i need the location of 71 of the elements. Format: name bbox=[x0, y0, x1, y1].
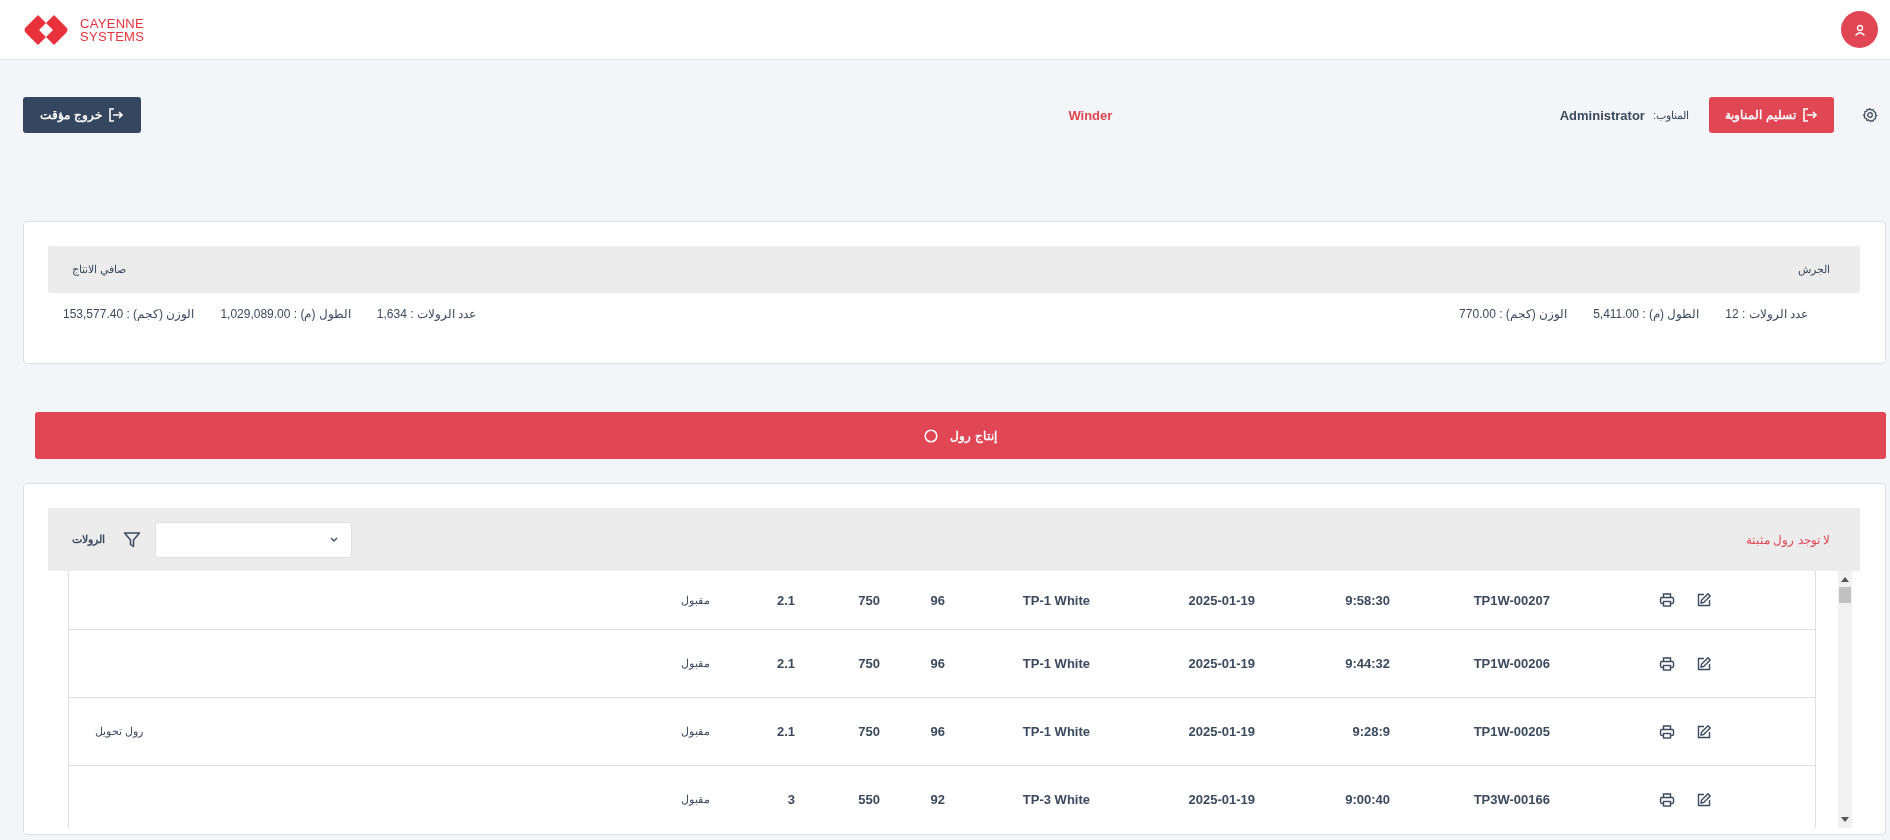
table-cell-text: مقبول bbox=[680, 593, 711, 607]
table-cell-text: 9:44:32 bbox=[1344, 656, 1391, 671]
edit-icon[interactable] bbox=[1696, 592, 1712, 608]
edit-icon[interactable] bbox=[1696, 723, 1712, 740]
scrollbar[interactable] bbox=[1838, 571, 1852, 828]
scroll-up-icon[interactable] bbox=[1841, 577, 1849, 582]
table-cell-text: 2025-01-19 bbox=[1187, 724, 1256, 739]
table-cell-text: 2025-01-19 bbox=[1187, 656, 1256, 671]
table-cell-text: 92 bbox=[929, 792, 946, 807]
table-cell-text: 3 bbox=[786, 792, 796, 807]
table-cell-text: 96 bbox=[929, 592, 946, 608]
table-cell-text: TP1W-00207 bbox=[1472, 592, 1551, 608]
table-cell-text: TP-1 White bbox=[1021, 592, 1091, 608]
table-cell-text: 9:00:40 bbox=[1344, 792, 1391, 807]
table-cell-text: TP3W-00166 bbox=[1472, 792, 1551, 807]
chevron-down-icon bbox=[329, 536, 339, 543]
table-cell-text: رول تحويل bbox=[94, 725, 145, 738]
handover-shift-button[interactable]: تسليم المناوبة bbox=[1709, 97, 1834, 133]
produce-roll-button[interactable]: إنتاج رول bbox=[35, 412, 1886, 459]
summary-title: الجرش bbox=[1798, 263, 1830, 276]
scroll-down-icon[interactable] bbox=[1841, 817, 1849, 822]
temporary-exit-button[interactable]: خروج مؤقت bbox=[23, 97, 141, 133]
rolls-title: الرولات bbox=[72, 533, 105, 546]
table-cell-text: TP1W-00206 bbox=[1472, 656, 1551, 671]
station-name: Winder bbox=[1068, 107, 1113, 123]
summary-title: صافي الانتاج bbox=[72, 263, 127, 276]
filter-icon[interactable] bbox=[123, 530, 141, 549]
exit-icon bbox=[107, 107, 124, 123]
table-cell-text: TP-1 White bbox=[1021, 656, 1091, 671]
person-icon bbox=[1853, 23, 1866, 36]
table-cell-text: 9:28:9 bbox=[1351, 724, 1391, 739]
logo-text: SYSTEMS bbox=[80, 29, 145, 43]
table-cell-text: 9:58:30 bbox=[1344, 592, 1391, 608]
user-avatar-button[interactable] bbox=[1841, 11, 1878, 48]
circle-icon bbox=[924, 428, 939, 443]
logo-text: CAYENNE bbox=[80, 16, 145, 30]
print-icon[interactable] bbox=[1659, 723, 1675, 740]
summary-stat: الطول (م) : 1,029,089.00 bbox=[220, 307, 351, 321]
table-cell-text: 550 bbox=[857, 792, 881, 807]
table-cell-text: 2.1 bbox=[775, 724, 796, 739]
operator-name: Administrator bbox=[1559, 107, 1645, 123]
print-icon[interactable] bbox=[1659, 791, 1675, 808]
table-cell-text: مقبول bbox=[680, 793, 711, 806]
summary-stat: الوزن (كجم) : 153,577.40 bbox=[63, 307, 195, 321]
summary-stat: الطول (م) : 5,411.00 bbox=[1593, 307, 1700, 321]
table-cell-text: TP-3 White bbox=[1021, 792, 1091, 807]
table-cell-text: 2025-01-19 bbox=[1187, 592, 1256, 608]
exit-icon bbox=[1801, 107, 1818, 123]
table-cell-text: 750 bbox=[857, 656, 881, 671]
table-cell-text: 750 bbox=[857, 592, 881, 608]
scroll-thumb[interactable] bbox=[1839, 587, 1851, 603]
edit-icon[interactable] bbox=[1696, 791, 1712, 808]
summary-stat: عدد الرولات : 12 bbox=[1725, 307, 1808, 321]
operator-label: المناوب: bbox=[1652, 108, 1689, 122]
no-roll-message: لا توجد رول مثبتة bbox=[1746, 532, 1830, 547]
table-cell-text: TP-1 White bbox=[1021, 724, 1091, 739]
table-cell-text: 2.1 bbox=[775, 592, 796, 608]
table-cell-text: 750 bbox=[857, 724, 881, 739]
summary-stat: عدد الرولات : 1,634 bbox=[376, 307, 477, 321]
table-cell-text: 2.1 bbox=[775, 656, 796, 671]
table-cell-text: 96 bbox=[929, 724, 946, 739]
table-cell-text: 96 bbox=[929, 656, 946, 671]
print-icon[interactable] bbox=[1659, 655, 1675, 672]
print-icon[interactable] bbox=[1659, 592, 1675, 608]
settings-icon[interactable] bbox=[1862, 107, 1878, 123]
summary-stat: الوزن (كجم) : 770.00 bbox=[1459, 307, 1568, 321]
table-cell-text: TP1W-00205 bbox=[1472, 724, 1551, 739]
table-cell-text: مقبول bbox=[680, 657, 711, 670]
edit-icon[interactable] bbox=[1696, 655, 1712, 672]
table-cell-text: مقبول bbox=[680, 725, 711, 738]
table-cell-text: 2025-01-19 bbox=[1187, 792, 1256, 807]
